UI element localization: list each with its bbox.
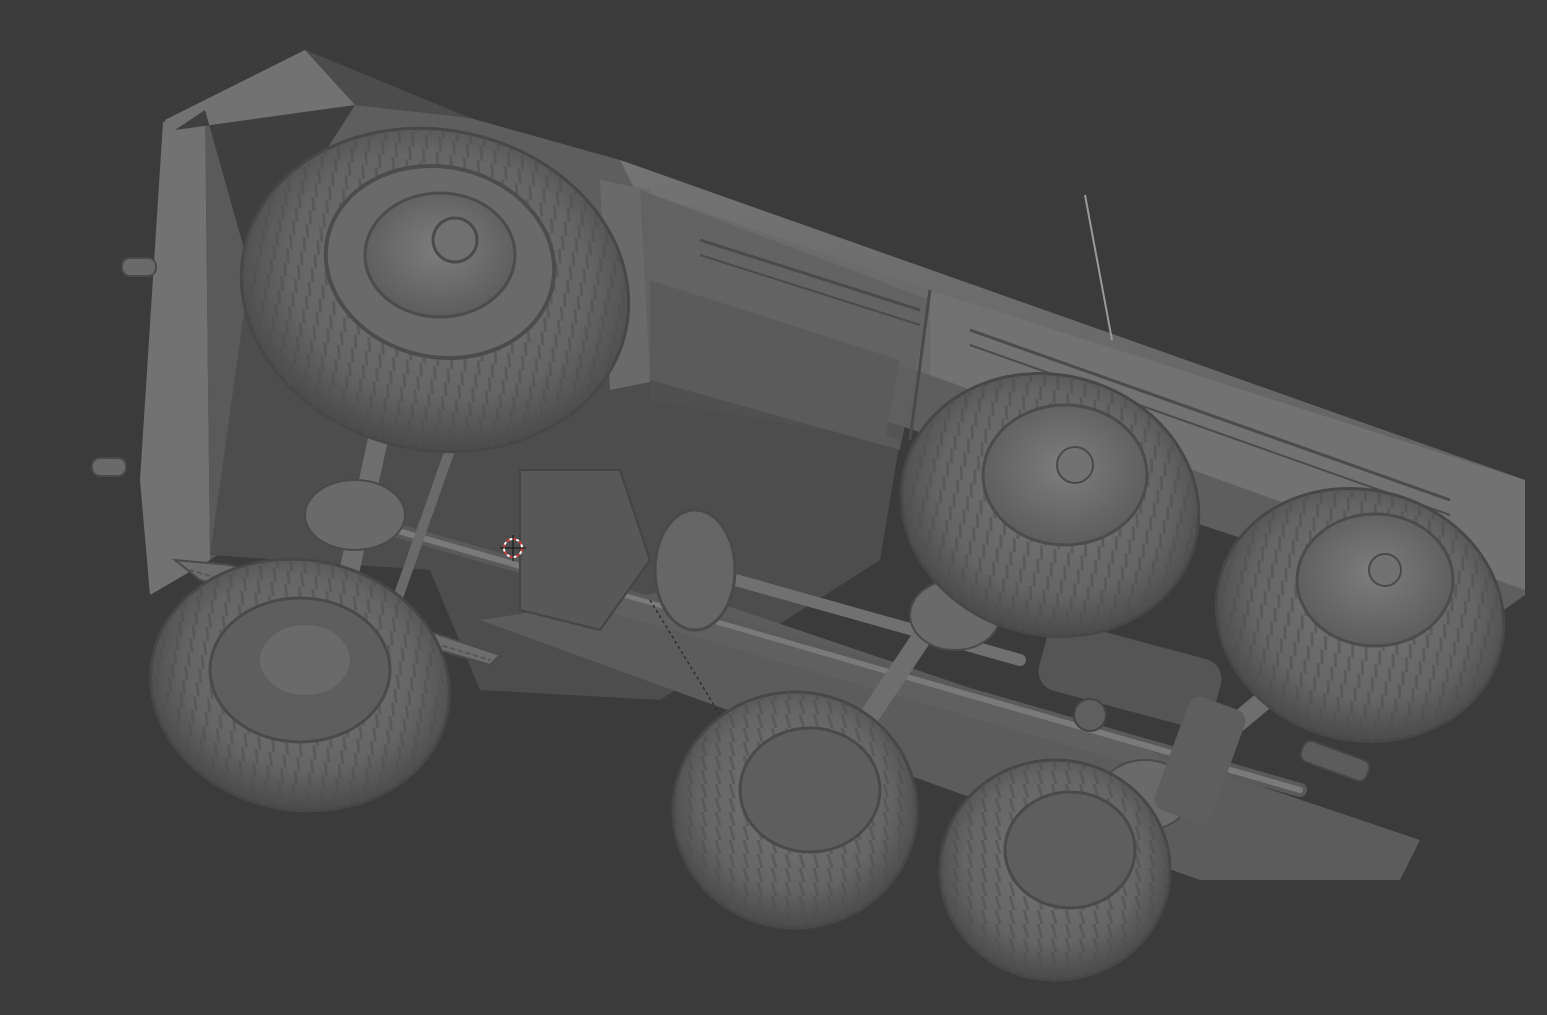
wheel-middle-bottom[interactable] xyxy=(671,690,919,930)
viewport-canvas[interactable] xyxy=(0,0,1547,1015)
3d-viewport[interactable] xyxy=(0,0,1547,1015)
wheel-front-bottom[interactable] xyxy=(938,758,1172,982)
